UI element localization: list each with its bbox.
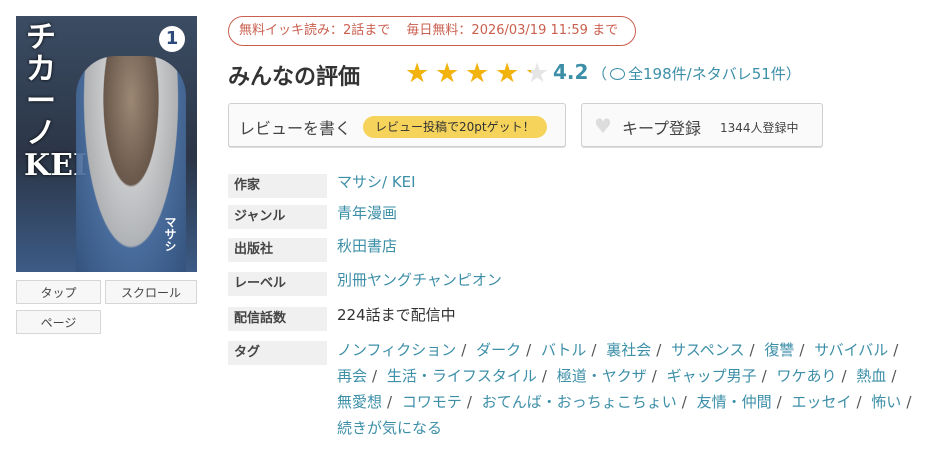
tag-separator: / bbox=[526, 341, 532, 359]
publisher-label: 出版社 bbox=[228, 238, 327, 262]
free-bulk-text: 無料イッキ読み：2話まで bbox=[239, 23, 391, 38]
tag-separator: / bbox=[541, 367, 547, 385]
genre-link[interactable]: 青年漫画 bbox=[337, 204, 397, 222]
publisher-link[interactable]: 秋田書店 bbox=[337, 237, 397, 255]
genre-value: 青年漫画 bbox=[337, 201, 397, 225]
comment-bubble-icon bbox=[610, 68, 626, 80]
tag-separator: / bbox=[799, 341, 805, 359]
view-scroll-button[interactable]: スクロール bbox=[105, 280, 197, 304]
author-separator: / bbox=[382, 173, 392, 191]
tag-separator: / bbox=[761, 367, 767, 385]
review-counts[interactable]: （ 全198件/ネタバレ51件） bbox=[592, 63, 801, 84]
tag-separator: / bbox=[387, 393, 393, 411]
star-fill: ★ bbox=[525, 60, 531, 88]
tag-link[interactable]: 熱血 bbox=[856, 367, 886, 385]
tags-label: タグ bbox=[228, 341, 327, 365]
review-count-link[interactable]: 全198件/ネタバレ51件 bbox=[628, 65, 786, 83]
tag-link[interactable]: ギャップ男子 bbox=[667, 367, 757, 385]
tag-separator: / bbox=[856, 393, 862, 411]
tag-list: ノンフィクション / ダーク / バトル / 裏社会 / サスペンス / 復讐 / サバイバ… bbox=[337, 337, 917, 441]
tag-link[interactable]: 友情・仲間 bbox=[697, 393, 772, 411]
star-icon: ★★ bbox=[465, 60, 495, 88]
tag-link[interactable]: 生活・ライフスタイル bbox=[387, 367, 537, 385]
episodes-value: 224話まで配信中 bbox=[337, 306, 456, 324]
tag-link[interactable]: おてんば・おっちょこちょい bbox=[482, 393, 677, 411]
keep-count: 1344人登録中 bbox=[720, 121, 799, 135]
tag-separator: / bbox=[651, 367, 657, 385]
rating-stars: ★★★★★★★★★★ bbox=[405, 60, 555, 88]
author-label: 作家 bbox=[228, 174, 327, 198]
tag-separator: / bbox=[749, 341, 755, 359]
review-points-pill: レビュー投稿で20ptゲット！ bbox=[363, 116, 547, 138]
label-value: 別冊ヤングチャンピオン bbox=[337, 268, 502, 292]
tag-link[interactable]: ワケあり bbox=[776, 367, 836, 385]
author-link-2[interactable]: KEI bbox=[392, 173, 416, 191]
cover-volume: 1 bbox=[159, 26, 185, 52]
cover-title: チカーノKEI bbox=[24, 20, 87, 183]
star-fill: ★ bbox=[435, 60, 460, 88]
book-cover[interactable]: チカーノKEI 1 マサシ bbox=[16, 16, 197, 272]
tag-separator: / bbox=[372, 367, 378, 385]
view-page-button[interactable]: ページ bbox=[16, 310, 101, 334]
tag-link[interactable]: サバイバル bbox=[814, 341, 888, 359]
star-icon: ★★ bbox=[495, 60, 525, 88]
author-link-1[interactable]: マサシ bbox=[337, 173, 382, 191]
rating-score: 4.2 bbox=[553, 60, 589, 84]
star-fill: ★ bbox=[495, 60, 520, 88]
tag-link[interactable]: 復讐 bbox=[764, 341, 794, 359]
tag-link[interactable]: 怖い bbox=[871, 393, 901, 411]
episodes-label: 配信話数 bbox=[228, 307, 327, 331]
counts-paren-open: （ bbox=[592, 65, 608, 83]
free-daily-text: 毎日無料：2026/03/19 11:59 まで bbox=[406, 23, 619, 38]
tag-separator: / bbox=[591, 341, 597, 359]
author-value: マサシ/ KEI bbox=[337, 170, 416, 194]
tag-link[interactable]: エッセイ bbox=[791, 393, 851, 411]
star-icon: ★★ bbox=[405, 60, 435, 88]
write-review-label: レビューを書く bbox=[239, 119, 352, 138]
tag-separator: / bbox=[466, 393, 472, 411]
view-tap-button[interactable]: タップ bbox=[16, 280, 101, 304]
keep-register-label: キープ登録 bbox=[622, 119, 702, 138]
tag-separator: / bbox=[461, 341, 467, 359]
tag-link[interactable]: 裏社会 bbox=[606, 341, 651, 359]
tag-link[interactable]: 極道・ヤクザ bbox=[557, 367, 647, 385]
keep-register-button[interactable]: ♥ キープ登録 1344人登録中 bbox=[581, 103, 823, 147]
tag-link[interactable]: バトル bbox=[541, 341, 586, 359]
star-icon: ★★ bbox=[435, 60, 465, 88]
tag-link[interactable]: 無愛想 bbox=[337, 393, 382, 411]
free-read-badge: 無料イッキ読み：2話まで 毎日無料：2026/03/19 11:59 まで bbox=[228, 16, 636, 46]
star-fill: ★ bbox=[405, 60, 430, 88]
rating-title: みんなの評価 bbox=[228, 65, 361, 90]
star-fill: ★ bbox=[465, 60, 490, 88]
tag-separator: / bbox=[906, 393, 912, 411]
tag-link[interactable]: 続きが気になる bbox=[337, 419, 442, 437]
label-label: レーベル bbox=[228, 272, 327, 296]
tag-link[interactable]: ノンフィクション bbox=[337, 341, 456, 359]
write-review-button[interactable]: レビューを書く レビュー投稿で20ptゲット！ bbox=[228, 103, 566, 147]
genre-label: ジャンル bbox=[228, 205, 327, 229]
tag-separator: / bbox=[891, 367, 897, 385]
publisher-value: 秋田書店 bbox=[337, 234, 397, 258]
tag-separator: / bbox=[841, 367, 847, 385]
tag-link[interactable]: サスペンス bbox=[671, 341, 744, 359]
tag-link[interactable]: コワモテ bbox=[402, 393, 462, 411]
tag-link[interactable]: 再会 bbox=[337, 367, 367, 385]
star-icon: ★★ bbox=[525, 58, 550, 89]
tag-separator: / bbox=[893, 341, 899, 359]
tag-separator: / bbox=[776, 393, 782, 411]
label-link[interactable]: 別冊ヤングチャンピオン bbox=[337, 271, 502, 289]
counts-paren-close: ） bbox=[785, 65, 801, 83]
heart-icon: ♥ bbox=[594, 114, 612, 138]
tag-separator: / bbox=[656, 341, 662, 359]
cover-author: マサシ bbox=[163, 216, 177, 252]
tag-link[interactable]: ダーク bbox=[476, 341, 521, 359]
tag-separator: / bbox=[681, 393, 687, 411]
